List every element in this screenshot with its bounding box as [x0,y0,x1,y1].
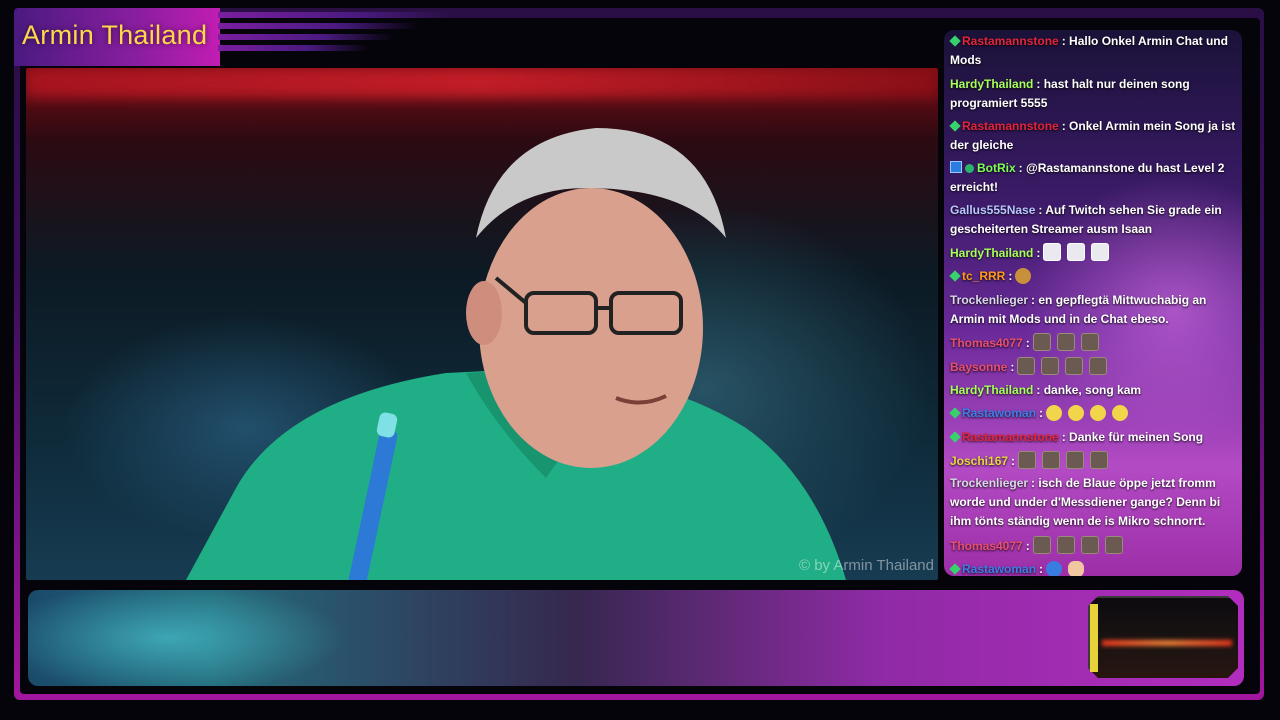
chat-message: HardyThailand: [950,243,1240,263]
chat-message: Rastamannstone: Onkel Armin mein Song ja… [949,117,1240,155]
bottom-banner [28,590,1244,686]
chat-username[interactable]: Rastamannstone [962,34,1059,48]
box-emote-icon [1032,333,1051,351]
box-emote-icon [1080,536,1099,554]
heart-emote-icon [1046,561,1063,576]
subscriber-badge-icon [949,35,961,47]
chat-message: HardyThailand: hast halt nur deinen song… [950,75,1240,113]
verified-badge-icon [965,164,974,173]
chat-message: tc_RRR: [949,267,1240,286]
subscriber-badge-icon [949,563,961,575]
chat-text: : [1036,246,1041,260]
chat-username[interactable]: Trockenlieger [950,476,1028,490]
chat-username[interactable]: Joschi167 [950,454,1008,468]
box-emote-icon [1080,333,1099,351]
ear [466,281,502,345]
box-emote-icon [1017,357,1036,375]
box-emote-icon [1089,357,1108,375]
subscriber-badge-icon [949,270,961,282]
chat-message: Thomas4077: [950,333,1240,353]
chat-message: Baysonne: [950,357,1240,377]
bot-badge-icon [950,161,962,173]
subscriber-badge-icon [949,407,961,419]
chat-text: : [1011,454,1016,468]
chat-username[interactable]: HardyThailand [950,383,1033,397]
chat-text: : [1008,269,1013,283]
chat-username[interactable]: Trockenlieger [950,293,1028,307]
box-emote-icon [1018,451,1037,469]
webcam-feed: © by Armin Thailand [26,68,938,580]
chat-message: Rastamannstone: Danke für meinen Song [949,428,1240,447]
box-emote-icon [1090,451,1109,469]
streamer-figure [186,128,846,580]
yellow-emote-icon [1090,405,1107,421]
chat-username[interactable]: Rastawoman [962,406,1036,420]
subscriber-badge-icon [949,120,961,132]
chat-username[interactable]: Rastamannstone [962,430,1059,444]
chat-username[interactable]: Thomas4077 [950,336,1023,350]
chat-text: : [1025,336,1030,350]
chat-username[interactable]: Gallus555Nase [950,203,1035,217]
subscriber-badge-icon [949,431,961,443]
chat-username[interactable]: tc_RRR [962,269,1005,283]
box-emote-icon [1042,451,1061,469]
chat-username[interactable]: Rastawoman [962,562,1036,576]
stream-watermark: © by Armin Thailand [798,557,934,574]
box-emote-icon [1032,536,1051,554]
chat-message: Gallus555Nase: Auf Twitch sehen Sie grad… [950,201,1240,239]
chat-username[interactable]: Thomas4077 [950,539,1023,553]
yellow-emote-icon [1068,405,1085,421]
ghost-emote-icon [1043,243,1062,261]
box-emote-icon [1065,357,1084,375]
chat-username[interactable]: BotRix [977,161,1016,175]
chat-text: : [1025,539,1030,553]
chat-text: : [1039,406,1044,420]
chat-message: Rastawoman: [949,404,1240,423]
box-emote-icon [1056,536,1075,554]
chat-username[interactable]: HardyThailand [950,246,1033,260]
chat-message: Trockenlieger: isch de Blaue öppe jetzt … [950,474,1240,531]
box-emote-icon [1041,357,1060,375]
chat-message: Rastawoman: [949,560,1240,576]
brand-title: Armin Thailand [22,20,208,50]
ghost-emote-icon [1067,243,1086,261]
chat-message: HardyThailand: danke, song kam [950,381,1240,400]
secondary-camera-preview [1088,596,1238,678]
chat-message: Thomas4077: [950,536,1240,556]
yellow-emote-icon [1112,405,1129,421]
secondary-camera-accent [1090,604,1098,672]
chat-username[interactable]: Baysonne [950,360,1007,374]
chat-message: BotRix: @Rastamannstone du hast Level 2 … [950,159,1240,197]
yellow-emote-icon [1046,405,1063,421]
chat-message: Trockenlieger: en gepflegtä Mittwuchabig… [950,291,1240,329]
header-stripes [218,12,448,56]
secondary-camera-light [1102,640,1232,646]
box-emote-icon [1104,536,1123,554]
chat-text: : Danke für meinen Song [1061,430,1204,444]
chat-text: : [1039,562,1044,576]
ghost-emote-icon [1091,243,1110,261]
chat-text: : danke, song kam [1036,383,1142,397]
face-emote-icon [1015,268,1032,284]
chat-panel[interactable]: Rastamannstone: Hallo Onkel Armin Chat u… [944,30,1242,576]
box-emote-icon [1066,451,1085,469]
box-emote-icon [1056,333,1075,351]
hand-emote-icon [1068,561,1085,576]
chat-message: Rastamannstone: Hallo Onkel Armin Chat u… [949,32,1240,70]
chat-message: Joschi167: [950,451,1240,471]
head [479,188,703,468]
chat-username[interactable]: HardyThailand [950,77,1033,91]
chat-text: : [1010,360,1015,374]
chat-username[interactable]: Rastamannstone [962,119,1059,133]
